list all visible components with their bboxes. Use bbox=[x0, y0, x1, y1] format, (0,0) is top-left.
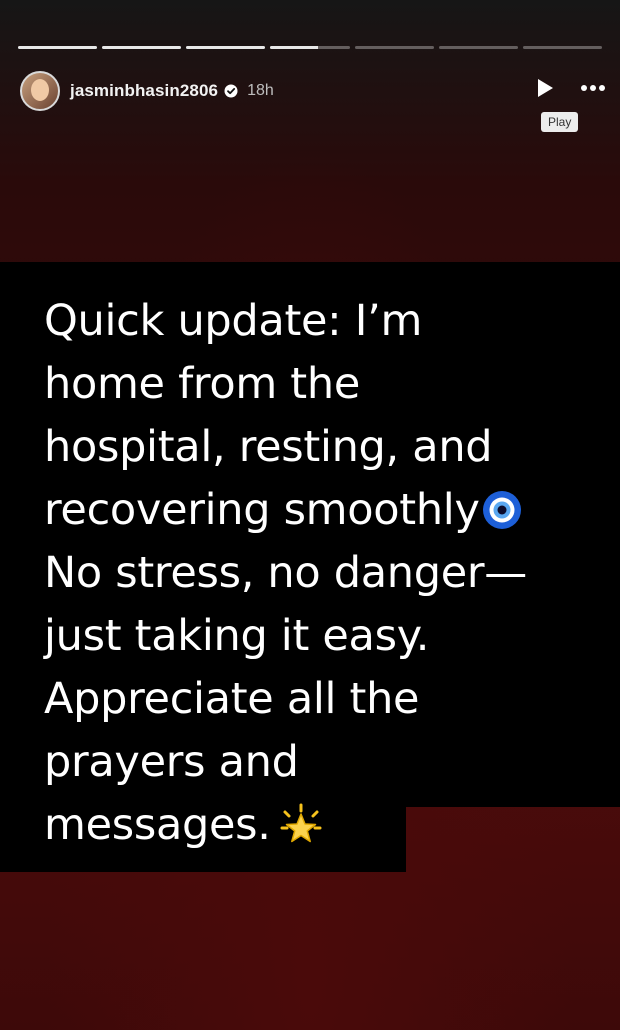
story-header: jasminbhasin2806 18h bbox=[20, 66, 600, 116]
progress-segment-fill bbox=[186, 46, 266, 49]
story-controls bbox=[536, 78, 606, 98]
progress-segment-fill bbox=[18, 46, 98, 49]
story-caption: Quick update: I’m home from the hospital… bbox=[44, 290, 604, 857]
caption-line: Appreciate all the bbox=[44, 674, 420, 724]
post-time: 18h bbox=[247, 82, 274, 99]
profile-avatar[interactable] bbox=[20, 71, 60, 111]
progress-segment bbox=[354, 46, 434, 49]
caption-line: hospital, resting, and bbox=[44, 422, 493, 472]
username-link[interactable]: jasminbhasin2806 bbox=[70, 81, 218, 101]
story-progress-bar bbox=[18, 46, 602, 50]
progress-segment-fill bbox=[102, 46, 182, 49]
more-options-icon[interactable] bbox=[580, 84, 606, 92]
progress-segment bbox=[102, 46, 182, 49]
caption-line: Quick update: I’m bbox=[44, 296, 423, 346]
play-tooltip: Play bbox=[541, 112, 579, 132]
progress-segment bbox=[18, 46, 98, 49]
glowing-star-emoji-icon bbox=[280, 803, 322, 843]
caption-line: home from the bbox=[44, 359, 360, 409]
nazar-amulet-emoji-icon bbox=[482, 491, 521, 529]
progress-segment bbox=[270, 46, 350, 49]
progress-segment bbox=[522, 46, 602, 49]
play-icon[interactable] bbox=[536, 78, 554, 98]
progress-segment bbox=[438, 46, 518, 49]
caption-line: recovering smoothly bbox=[44, 485, 480, 535]
progress-segment bbox=[186, 46, 266, 49]
caption-line: messages. bbox=[44, 800, 271, 850]
progress-segment-fill bbox=[270, 46, 318, 49]
caption-line-with-emoji: messages. bbox=[44, 794, 604, 857]
caption-line: No stress, no danger— bbox=[44, 548, 527, 598]
verified-badge-icon bbox=[224, 84, 238, 98]
story-viewer[interactable]: jasminbhasin2806 18h Play Quick update: … bbox=[0, 0, 620, 1030]
caption-line-with-emoji: recovering smoothly bbox=[44, 479, 604, 542]
caption-line: prayers and bbox=[44, 737, 299, 787]
caption-line: just taking it easy. bbox=[44, 611, 430, 661]
